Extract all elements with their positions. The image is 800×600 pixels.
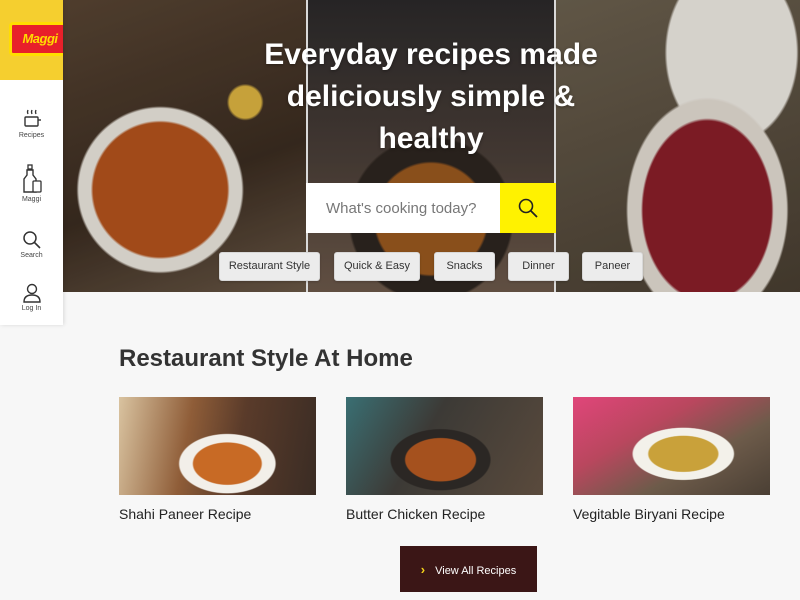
search-button[interactable]	[500, 183, 556, 233]
page: Maggi Recipes Maggi Search Log In Everyd…	[0, 0, 800, 600]
sidebar-item-label: Maggi	[21, 196, 42, 203]
maggi-bottle-icon	[0, 164, 63, 194]
recipe-image[interactable]	[573, 397, 770, 495]
sidebar-item-search[interactable]: Search	[0, 230, 63, 259]
recipe-image[interactable]	[119, 397, 316, 495]
recipe-card-butter-chicken[interactable]: Butter Chicken Recipe	[346, 397, 543, 522]
view-all-recipes-button[interactable]: › View All Recipes	[400, 546, 537, 592]
sidebar: Maggi Recipes Maggi Search Log In	[0, 0, 63, 325]
search-input[interactable]	[306, 183, 500, 233]
logo-text: Maggi	[22, 31, 58, 46]
maggi-logo[interactable]: Maggi	[9, 22, 63, 56]
recipe-image[interactable]	[346, 397, 543, 495]
recipe-title[interactable]: Butter Chicken Recipe	[346, 506, 543, 522]
recipe-card-shahi-paneer[interactable]: Shahi Paneer Recipe	[119, 397, 316, 522]
chip-restaurant-style[interactable]: Restaurant Style	[219, 252, 320, 281]
recipe-title[interactable]: Vegitable Biryani Recipe	[573, 506, 770, 522]
sidebar-item-label: Search	[20, 252, 43, 259]
recipes-icon	[0, 108, 63, 130]
section-title: Restaurant Style At Home	[119, 345, 413, 372]
user-icon	[0, 283, 63, 303]
chevron-right-icon: ›	[420, 561, 426, 577]
sidebar-item-login[interactable]: Log In	[0, 283, 63, 312]
sidebar-item-recipes[interactable]: Recipes	[0, 108, 63, 139]
sidebar-item-label: Recipes	[18, 132, 45, 139]
hero-banner: Everyday recipes made deliciously simple…	[63, 0, 800, 292]
hero-title: Everyday recipes made deliciously simple…	[264, 38, 598, 155]
brand-header[interactable]: Maggi	[0, 0, 63, 80]
sidebar-item-maggi[interactable]: Maggi	[0, 164, 63, 203]
chip-quick-easy[interactable]: Quick & Easy	[334, 252, 420, 281]
chip-dinner[interactable]: Dinner	[508, 252, 569, 281]
chip-paneer[interactable]: Paneer	[582, 252, 643, 281]
chip-snacks[interactable]: Snacks	[434, 252, 495, 281]
sidebar-item-label: Log In	[21, 305, 42, 312]
recipe-card-vegetable-biryani[interactable]: Vegitable Biryani Recipe	[573, 397, 770, 522]
recipe-title[interactable]: Shahi Paneer Recipe	[119, 506, 316, 522]
search-icon	[0, 230, 63, 250]
search-icon	[500, 197, 556, 219]
view-all-label: View All Recipes	[435, 564, 517, 577]
